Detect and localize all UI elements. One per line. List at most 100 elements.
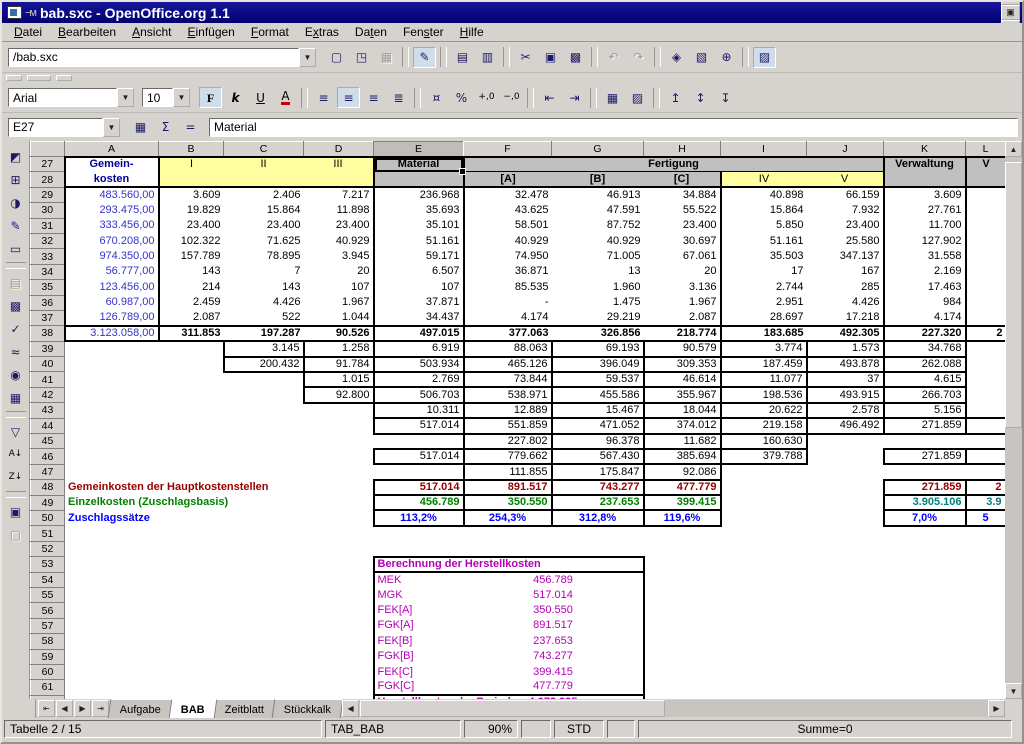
cell-A45[interactable] [65, 434, 159, 449]
cell-L57[interactable] [966, 618, 1006, 633]
cell-D47[interactable] [304, 464, 374, 479]
cell-K43[interactable]: 5.156 [884, 403, 966, 418]
cell-B59[interactable] [159, 649, 224, 664]
cell-A47[interactable] [65, 464, 159, 479]
cell-E39[interactable]: 6.919 [374, 341, 464, 356]
cell-C53[interactable] [224, 557, 304, 572]
horizontal-scroll-thumb[interactable] [360, 700, 665, 717]
scroll-up-icon[interactable]: ▲ [1005, 141, 1022, 157]
cell-F52[interactable] [464, 541, 552, 556]
cell-I59[interactable] [721, 649, 807, 664]
cell-G28[interactable]: [B] [552, 172, 644, 187]
cell-E31[interactable]: 35.101 [374, 218, 464, 233]
cell-H57[interactable] [644, 618, 721, 633]
cell-B56[interactable] [159, 603, 224, 618]
column-header-D[interactable]: D [304, 142, 374, 157]
function-icon[interactable]: = [179, 117, 202, 138]
cell-B37[interactable]: 2.087 [159, 310, 224, 325]
cell-D37[interactable]: 1.044 [304, 310, 374, 325]
gallery-icon[interactable]: ▨ [753, 47, 776, 68]
cell-C45[interactable] [224, 434, 304, 449]
cell-I60[interactable] [721, 664, 807, 679]
row-header-40[interactable]: 40 [31, 357, 65, 372]
column-header-K[interactable]: K [884, 142, 966, 157]
cell-L51[interactable] [966, 526, 1006, 541]
cell-J51[interactable] [807, 526, 884, 541]
cell-E32[interactable]: 51.161 [374, 233, 464, 248]
scroll-down-icon[interactable]: ▼ [1005, 683, 1022, 699]
open-icon[interactable]: ◳ [350, 47, 373, 68]
cell-K41[interactable]: 4.615 [884, 372, 966, 387]
cell-G30[interactable]: 47.591 [552, 203, 644, 218]
cell-C27[interactable]: II [224, 157, 304, 172]
cell-L38[interactable]: 2 [966, 326, 1006, 341]
cell-F36[interactable]: - [464, 295, 552, 310]
row-header-53[interactable]: 53 [31, 557, 65, 572]
cell-F48[interactable]: 891.517 [464, 480, 552, 495]
cell-C31[interactable]: 23.400 [224, 218, 304, 233]
cell-A48[interactable]: Gemeinkosten der Hauptkostenstellen [65, 480, 374, 495]
cell-E58[interactable]: FEK[B] [374, 634, 464, 649]
cell-H59[interactable] [644, 649, 721, 664]
cell-B46[interactable] [159, 449, 224, 464]
cell-C39[interactable]: 3.145 [224, 341, 304, 356]
cell-A35[interactable]: 123.456,00 [65, 280, 159, 295]
cell-F54[interactable]: 456.789 [464, 572, 644, 587]
cell-F37[interactable]: 4.174 [464, 310, 552, 325]
edit-file-icon[interactable]: ✎ [413, 47, 436, 68]
cell-A31[interactable]: 333.456,00 [65, 218, 159, 233]
cell-C58[interactable] [224, 634, 304, 649]
row-header-50[interactable]: 50 [31, 510, 65, 525]
align-top-icon[interactable]: ↥ [664, 87, 687, 108]
cell-K52[interactable] [884, 541, 966, 556]
cell-A39[interactable] [65, 341, 159, 356]
cell-B45[interactable] [159, 434, 224, 449]
cell-H32[interactable]: 30.697 [644, 233, 721, 248]
cell-L45[interactable] [966, 434, 1006, 449]
cell-C29[interactable]: 2.406 [224, 187, 304, 202]
row-header-56[interactable]: 56 [31, 603, 65, 618]
cell-C59[interactable] [224, 649, 304, 664]
cell-B33[interactable]: 157.789 [159, 249, 224, 264]
cell-H33[interactable]: 67.061 [644, 249, 721, 264]
menu-fenster[interactable]: Fenster [395, 24, 452, 40]
cell-L52[interactable] [966, 541, 1006, 556]
cell-A37[interactable]: 126.789,00 [65, 310, 159, 325]
cell-F27[interactable]: Fertigung [464, 157, 884, 172]
cell-F32[interactable]: 40.929 [464, 233, 552, 248]
cell-A27[interactable]: Gemein- [65, 157, 159, 172]
cell-D43[interactable] [304, 403, 374, 418]
cell-I54[interactable] [721, 572, 807, 587]
cell-I52[interactable] [721, 541, 807, 556]
cell-F30[interactable]: 43.625 [464, 203, 552, 218]
cell-I40[interactable]: 187.459 [721, 357, 807, 372]
cell-B36[interactable]: 2.459 [159, 295, 224, 310]
cell-E27[interactable]: Material [374, 157, 464, 172]
cell-B53[interactable] [159, 557, 224, 572]
cell-K54[interactable] [884, 572, 966, 587]
cell-F46[interactable]: 779.662 [464, 449, 552, 464]
cell-E61[interactable]: FGK[C] [374, 680, 464, 695]
cell-E36[interactable]: 37.871 [374, 295, 464, 310]
cell-F56[interactable]: 350.550 [464, 603, 644, 618]
align-right-icon[interactable]: ≡ [362, 87, 385, 108]
row-header-29[interactable]: 29 [31, 187, 65, 202]
cell-J53[interactable] [807, 557, 884, 572]
cell-F39[interactable]: 88.063 [464, 341, 552, 356]
cell-H48[interactable]: 477.779 [644, 480, 721, 495]
cell-L29[interactable] [966, 187, 1006, 202]
borders-icon[interactable]: ▦ [601, 87, 624, 108]
cell-H47[interactable]: 92.086 [644, 464, 721, 479]
cell-H37[interactable]: 2.087 [644, 310, 721, 325]
cell-L28[interactable] [966, 172, 1006, 187]
justify-icon[interactable]: ≣ [387, 87, 410, 108]
cell-D58[interactable] [304, 634, 374, 649]
cell-J28[interactable]: V [807, 172, 884, 187]
row-header-42[interactable]: 42 [31, 387, 65, 402]
cell-I55[interactable] [721, 587, 807, 602]
row-header-27[interactable]: 27 [31, 157, 65, 172]
cell-J29[interactable]: 66.159 [807, 187, 884, 202]
cell-H39[interactable]: 90.579 [644, 341, 721, 356]
sort-descending-icon[interactable]: Z↓ [5, 467, 27, 488]
cell-D53[interactable] [304, 557, 374, 572]
